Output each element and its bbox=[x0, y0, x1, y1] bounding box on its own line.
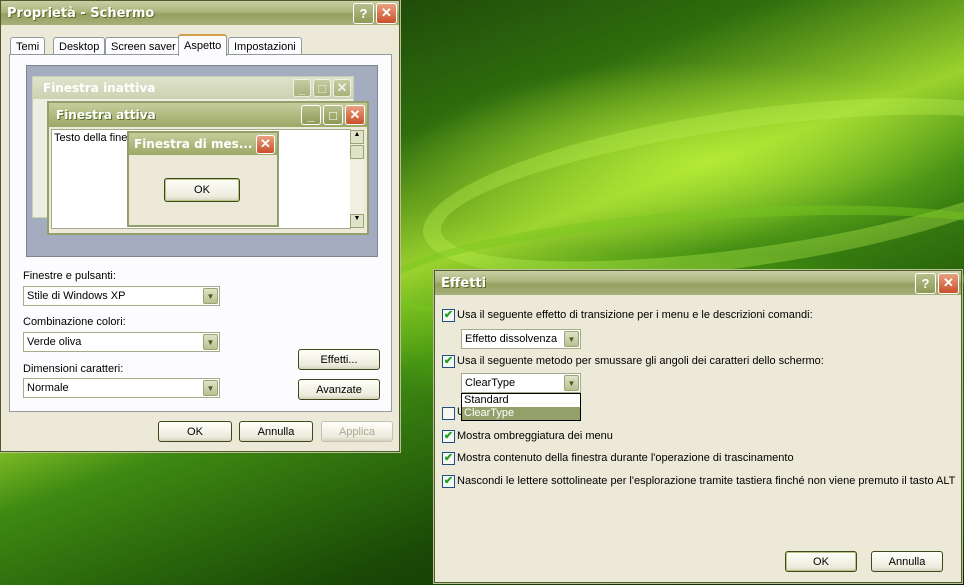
option-standard[interactable]: Standard bbox=[462, 394, 580, 407]
apply-button[interactable]: Applica bbox=[321, 421, 393, 442]
dropdown-arrow-icon: ▼ bbox=[203, 288, 218, 304]
preview-inactive-maximize-icon: □ bbox=[313, 79, 331, 97]
transition-effect-select[interactable]: Effetto dissolvenza ▼ bbox=[461, 329, 581, 349]
drag-contents-label: Mostra contenuto della finestra durante … bbox=[457, 452, 794, 464]
preview-maximize-icon: □ bbox=[323, 105, 343, 125]
preview-inactive-title: Finestra inattiva bbox=[43, 81, 156, 95]
font-size-select[interactable]: Normale ▼ bbox=[23, 378, 220, 398]
cancel-button[interactable]: Annulla bbox=[239, 421, 313, 442]
preview-minimize-icon: _ bbox=[301, 105, 321, 125]
color-scheme-label: Combinazione colori: bbox=[23, 316, 126, 328]
effects-cancel-button[interactable]: Annulla bbox=[871, 551, 943, 572]
large-icons-checkbox[interactable] bbox=[442, 407, 455, 420]
color-scheme-select[interactable]: Verde oliva ▼ bbox=[23, 332, 220, 352]
font-size-label: Dimensioni caratteri: bbox=[23, 363, 124, 375]
display-properties-titlebar[interactable]: Proprietà - Schermo ? ✕ bbox=[1, 1, 399, 25]
tab-screen-saver[interactable]: Screen saver bbox=[105, 37, 182, 55]
preview-scroll-up-icon: ▲ bbox=[350, 130, 364, 144]
window-title: Proprietà - Schermo bbox=[7, 5, 155, 21]
effects-title: Effetti bbox=[441, 275, 487, 291]
help-icon[interactable]: ? bbox=[915, 272, 936, 294]
hide-underline-label: Nascondi le lettere sottolineate per l'e… bbox=[457, 475, 956, 487]
font-smoothing-checkbox[interactable]: ✔ bbox=[442, 355, 455, 368]
drag-contents-checkbox[interactable]: ✔ bbox=[442, 452, 455, 465]
transition-effect-checkbox[interactable]: ✔ bbox=[442, 309, 455, 322]
windows-buttons-select[interactable]: Stile di Windows XP ▼ bbox=[23, 286, 220, 306]
dropdown-arrow-icon: ▼ bbox=[564, 375, 579, 391]
preview-ok-button: OK bbox=[164, 178, 240, 202]
appearance-preview: Finestra inattiva _ □ ✕ Finestra attiva … bbox=[26, 65, 378, 257]
preview-scroll-thumb bbox=[350, 145, 364, 159]
hide-underline-checkbox[interactable]: ✔ bbox=[442, 475, 455, 488]
preview-scrollbar: ▲ ▼ bbox=[350, 130, 364, 228]
effects-titlebar[interactable]: Effetti ? ✕ bbox=[435, 271, 961, 295]
preview-window-text: Testo della finestra bbox=[54, 132, 130, 144]
preview-message-titlebar: Finestra di mes... ✕ bbox=[129, 133, 277, 155]
menu-shadow-checkbox[interactable]: ✔ bbox=[442, 430, 455, 443]
transition-effect-label: Usa il seguente effetto di transizione p… bbox=[457, 309, 813, 321]
close-icon[interactable]: ✕ bbox=[376, 2, 397, 24]
font-smoothing-select[interactable]: ClearType ▼ bbox=[461, 373, 581, 393]
preview-message-close-icon: ✕ bbox=[256, 134, 275, 154]
advanced-button[interactable]: Avanzate bbox=[298, 379, 380, 400]
dropdown-arrow-icon: ▼ bbox=[203, 334, 218, 350]
preview-message-title: Finestra di mes... bbox=[134, 137, 253, 151]
tab-themes[interactable]: Temi bbox=[10, 37, 46, 55]
preview-inactive-close-icon: ✕ bbox=[333, 79, 351, 97]
tab-appearance[interactable]: Aspetto bbox=[178, 34, 228, 56]
font-smoothing-dropdown-list: Standard ClearType bbox=[461, 393, 581, 421]
effects-button[interactable]: Effetti... bbox=[298, 349, 380, 370]
preview-active-titlebar: Finestra attiva _ □ ✕ bbox=[49, 103, 367, 127]
dropdown-arrow-icon: ▼ bbox=[564, 331, 579, 347]
option-cleartype[interactable]: ClearType bbox=[462, 407, 580, 420]
tab-desktop[interactable]: Desktop bbox=[53, 37, 106, 55]
preview-inactive-minimize-icon: _ bbox=[293, 79, 311, 97]
preview-scroll-down-icon: ▼ bbox=[350, 214, 364, 228]
windows-buttons-label: Finestre e pulsanti: bbox=[23, 270, 116, 282]
tab-settings[interactable]: Impostazioni bbox=[228, 37, 302, 55]
preview-inactive-titlebar: Finestra inattiva _ □ ✕ bbox=[33, 77, 353, 99]
preview-close-icon: ✕ bbox=[345, 105, 365, 125]
menu-shadow-label: Mostra ombreggiatura dei menu bbox=[457, 430, 613, 442]
font-smoothing-label: Usa il seguente metodo per smussare gli … bbox=[457, 355, 824, 367]
help-icon[interactable]: ? bbox=[353, 2, 374, 24]
dropdown-arrow-icon: ▼ bbox=[203, 380, 218, 396]
preview-active-title: Finestra attiva bbox=[56, 108, 156, 122]
display-properties-window: Proprietà - Schermo ? ✕ Temi Desktop Scr… bbox=[0, 0, 400, 452]
ok-button[interactable]: OK bbox=[158, 421, 232, 442]
preview-message-box: Finestra di mes... ✕ OK bbox=[127, 131, 279, 227]
close-icon[interactable]: ✕ bbox=[938, 272, 959, 294]
effects-ok-button[interactable]: OK bbox=[785, 551, 857, 572]
effects-dialog: Effetti ? ✕ ✔ Usa il seguente effetto di… bbox=[434, 270, 962, 583]
tab-panel: Finestra inattiva _ □ ✕ Finestra attiva … bbox=[9, 54, 392, 412]
